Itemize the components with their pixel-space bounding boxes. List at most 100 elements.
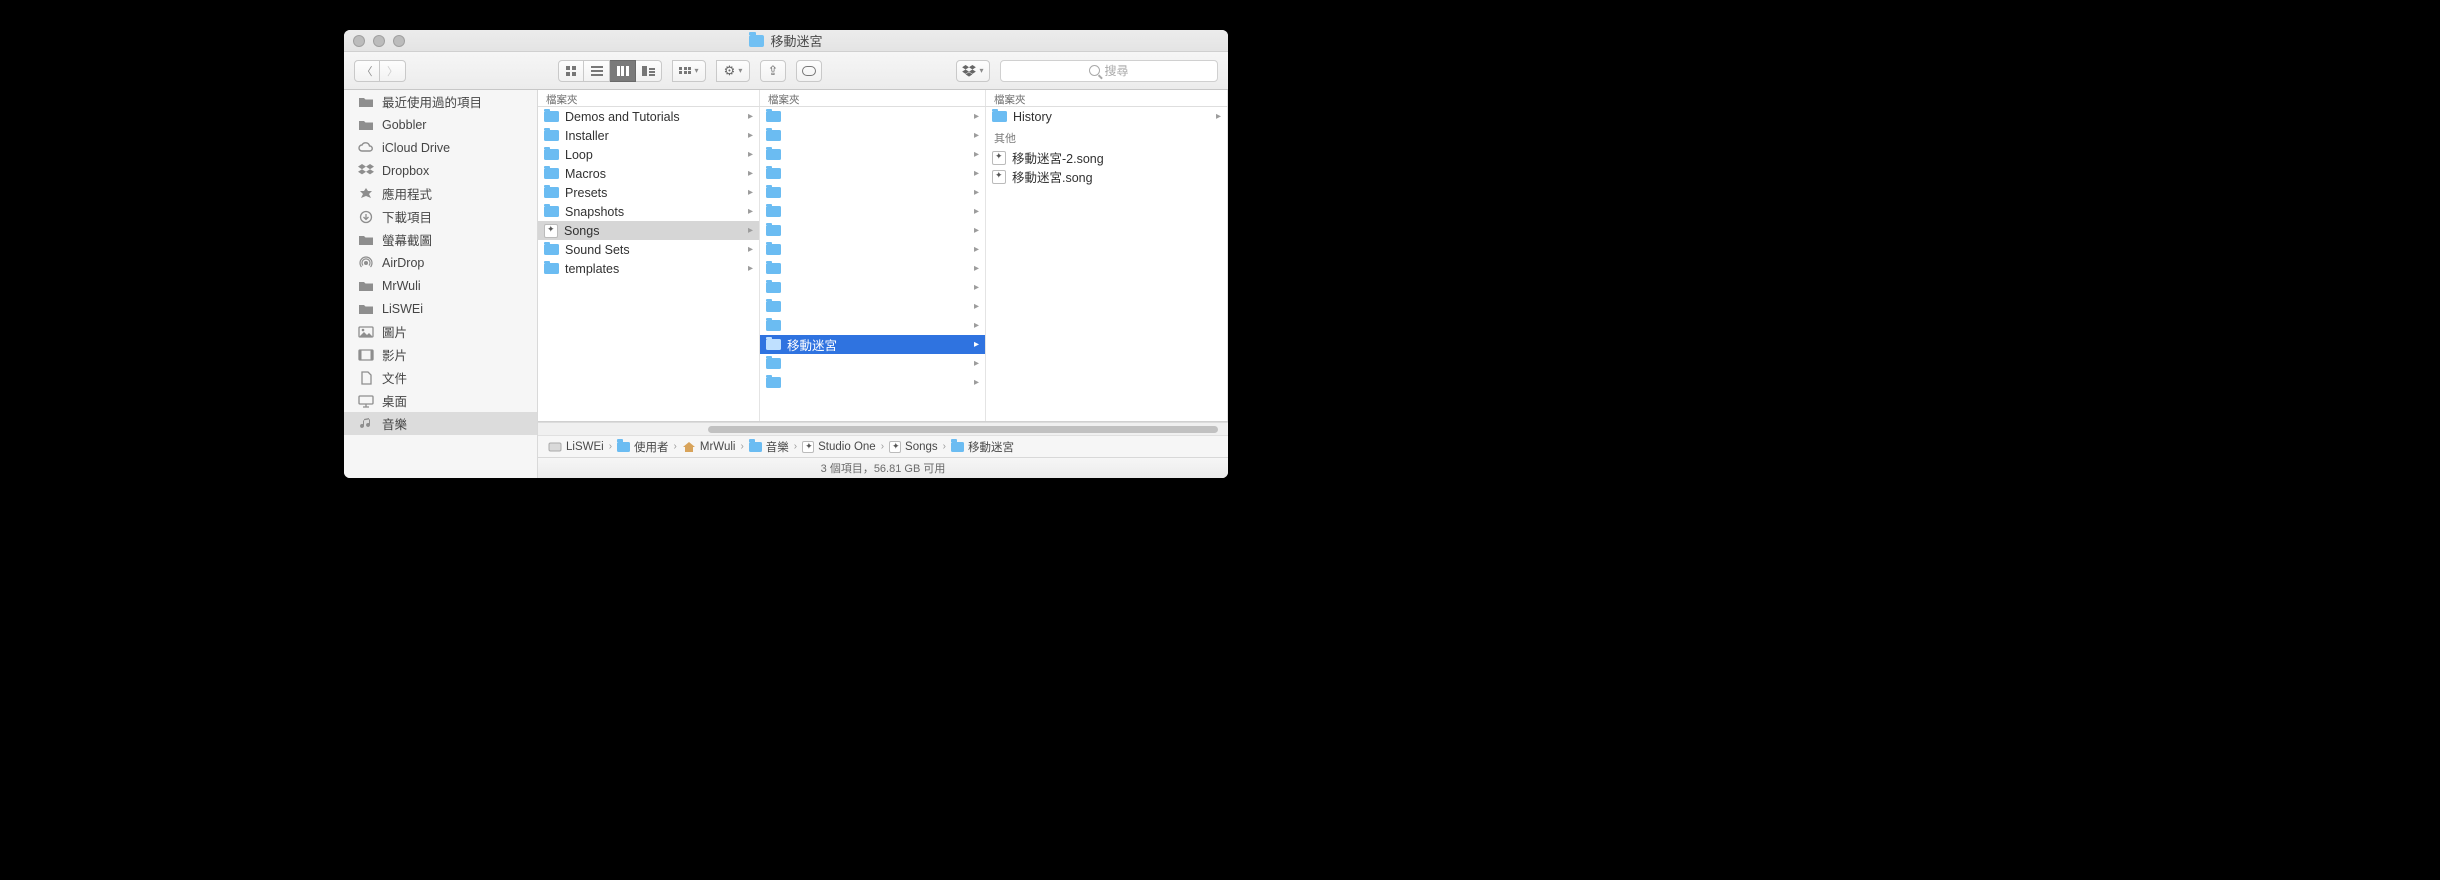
sidebar-item-13[interactable]: 桌面 (344, 389, 537, 412)
sidebar-item-4[interactable]: 應用程式 (344, 182, 537, 205)
sidebar-item-10[interactable]: 圖片 (344, 320, 537, 343)
col2-item[interactable] (760, 183, 985, 202)
breadcrumb-separator: › (737, 441, 746, 452)
col2-item[interactable] (760, 297, 985, 316)
folder-icon (358, 302, 374, 316)
col1-item[interactable]: Songs (538, 221, 759, 240)
apps-icon (358, 187, 374, 201)
col1-item[interactable]: Sound Sets (538, 240, 759, 259)
item-label: 移動迷宮-2.song (1012, 148, 1221, 167)
tags-button[interactable] (796, 60, 822, 82)
column-2[interactable]: 移動迷宮 (760, 107, 986, 421)
sidebar-item-label: 文件 (382, 368, 407, 387)
photo-icon (358, 325, 374, 339)
col1-item[interactable]: Presets (538, 183, 759, 202)
column-header-2: 檔案夾 (760, 90, 986, 106)
sidebar: 最近使用過的項目GobbleriCloud DriveDropbox應用程式下載… (344, 90, 538, 478)
song-file-icon (992, 151, 1006, 165)
breadcrumb-item[interactable]: 使用者 (617, 439, 669, 455)
folder-icon (544, 244, 559, 255)
folder-icon (544, 206, 559, 217)
folder-icon (766, 225, 781, 236)
column-1[interactable]: Demos and TutorialsInstallerLoopMacrosPr… (538, 107, 760, 421)
col2-item[interactable] (760, 240, 985, 259)
col1-item[interactable]: Macros (538, 164, 759, 183)
view-gallery-button[interactable] (636, 60, 662, 82)
sidebar-item-0[interactable]: 最近使用過的項目 (344, 90, 537, 113)
folder-icon (544, 187, 559, 198)
col2-item[interactable] (760, 126, 985, 145)
col2-item[interactable] (760, 145, 985, 164)
horizontal-scrollbar[interactable] (538, 422, 1228, 435)
col1-item[interactable]: Installer (538, 126, 759, 145)
action-button[interactable]: ▾ (716, 60, 750, 82)
search-field[interactable]: 搜尋 (1000, 60, 1218, 82)
breadcrumb-item[interactable]: 音樂 (749, 439, 789, 455)
breadcrumb-separator: › (878, 441, 887, 452)
sidebar-item-5[interactable]: 下載項目 (344, 205, 537, 228)
sidebar-item-7[interactable]: AirDrop (344, 251, 537, 274)
folder-icon (766, 244, 781, 255)
folder-icon (766, 320, 781, 331)
view-list-button[interactable] (584, 60, 610, 82)
breadcrumb-item[interactable]: 移動迷宮 (951, 439, 1014, 455)
item-label: 移動迷宮.song (1012, 167, 1221, 186)
col2-item[interactable] (760, 202, 985, 221)
search-icon (1089, 65, 1100, 76)
cloud-icon (358, 141, 374, 155)
sidebar-item-14[interactable]: 音樂 (344, 412, 537, 435)
arrange-button[interactable]: ▾ (672, 60, 706, 82)
col1-item[interactable]: templates (538, 259, 759, 278)
sidebar-item-8[interactable]: MrWuli (344, 274, 537, 297)
col2-item[interactable] (760, 107, 985, 126)
sidebar-item-6[interactable]: 螢幕截圖 (344, 228, 537, 251)
breadcrumb-item[interactable]: MrWuli (682, 441, 736, 453)
col3-file[interactable]: 移動迷宮.song (986, 167, 1227, 186)
sidebar-item-3[interactable]: Dropbox (344, 159, 537, 182)
col2-item[interactable] (760, 373, 985, 392)
view-column-button[interactable] (610, 60, 636, 82)
close-button[interactable] (353, 35, 365, 47)
sidebar-item-12[interactable]: 文件 (344, 366, 537, 389)
breadcrumb-label: LiSWEi (566, 441, 604, 453)
col2-item[interactable] (760, 278, 985, 297)
col2-item[interactable] (760, 259, 985, 278)
forward-button[interactable]: 〉 (380, 60, 406, 82)
column-3[interactable]: History其他移動迷宮-2.song移動迷宮.song (986, 107, 1228, 421)
share-button[interactable] (760, 60, 786, 82)
folder-icon (358, 95, 374, 109)
folder-icon (992, 111, 1007, 122)
folder-icon (766, 168, 781, 179)
breadcrumb-item[interactable]: LiSWEi (548, 441, 604, 453)
breadcrumb-item[interactable]: Studio One (802, 441, 876, 453)
col1-item[interactable]: Loop (538, 145, 759, 164)
col3-folder[interactable]: History (986, 107, 1227, 126)
sidebar-item-1[interactable]: Gobbler (344, 113, 537, 136)
breadcrumb-item[interactable]: Songs (889, 441, 938, 453)
col2-item[interactable] (760, 354, 985, 373)
folder-icon (766, 187, 781, 198)
breadcrumb-separator: › (791, 441, 800, 452)
back-button[interactable]: 〈 (354, 60, 380, 82)
sidebar-item-2[interactable]: iCloud Drive (344, 136, 537, 159)
folder-icon (766, 111, 781, 122)
col2-item-selected[interactable]: 移動迷宮 (760, 335, 985, 354)
window-title: 移動迷宮 (770, 31, 822, 50)
col2-item[interactable] (760, 164, 985, 183)
col3-file[interactable]: 移動迷宮-2.song (986, 148, 1227, 167)
col2-item[interactable] (760, 316, 985, 335)
zoom-button[interactable] (393, 35, 405, 47)
sidebar-item-11[interactable]: 影片 (344, 343, 537, 366)
dropbox-icon (358, 164, 374, 178)
dropbox-button[interactable]: ▾ (956, 60, 990, 82)
sidebar-item-9[interactable]: LiSWEi (344, 297, 537, 320)
view-icon-button[interactable] (558, 60, 584, 82)
col1-item[interactable]: Demos and Tutorials (538, 107, 759, 126)
song-file-icon (992, 170, 1006, 184)
minimize-button[interactable] (373, 35, 385, 47)
sidebar-item-label: 下載項目 (382, 207, 432, 226)
col1-item[interactable]: Snapshots (538, 202, 759, 221)
folder-icon (766, 263, 781, 274)
col2-item[interactable] (760, 221, 985, 240)
breadcrumb-separator: › (671, 441, 680, 452)
